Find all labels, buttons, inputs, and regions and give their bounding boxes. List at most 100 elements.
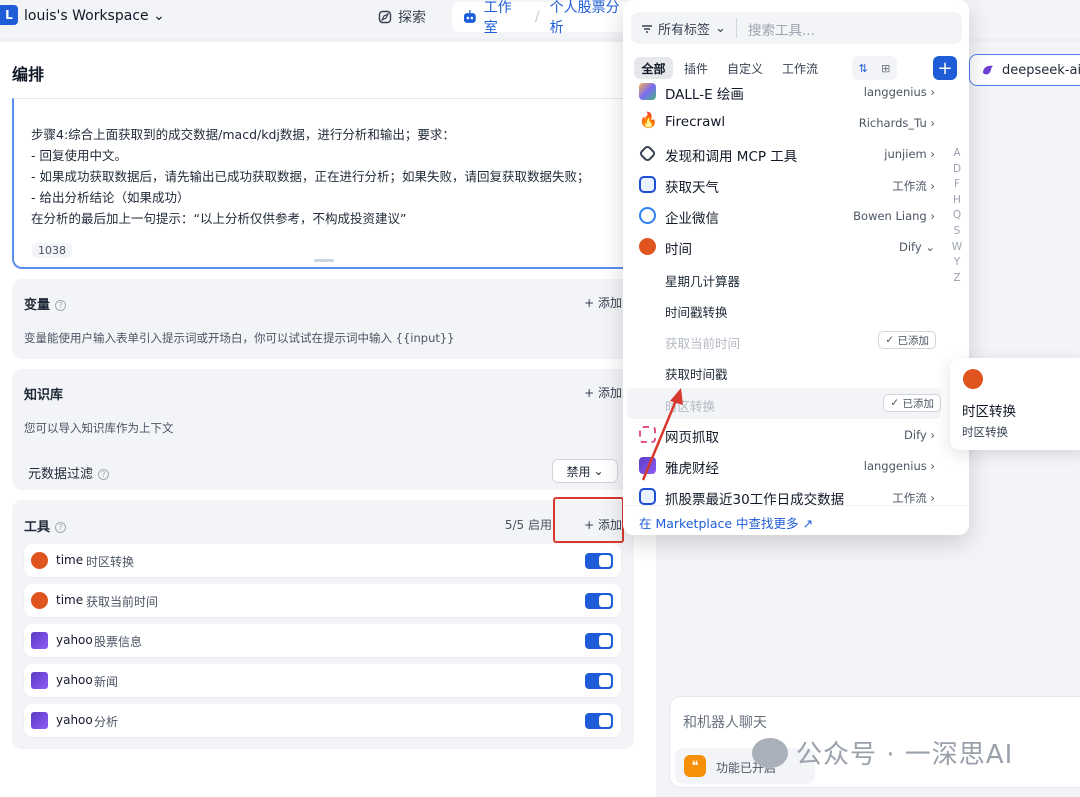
spider-icon <box>639 426 656 443</box>
model-selector[interactable]: deepseek-ai/ <box>969 54 1080 86</box>
workspace-switcher[interactable]: louis's Workspace ⌄ <box>24 8 165 24</box>
workspace-avatar[interactable]: L <box>0 5 18 25</box>
page-title: 编排 <box>12 65 45 84</box>
tools-title: 工具? <box>24 516 67 535</box>
list-item-expanded[interactable]: 时间 Dify ⌄ <box>625 231 941 262</box>
tool-item[interactable]: time 获取当前时间 <box>24 584 621 617</box>
info-icon[interactable]: ? <box>55 522 67 533</box>
prompt-line: - 如果成功获取数据后，请先输出已成功获取数据，正在进行分析；如果失败，请回复获… <box>31 169 590 184</box>
index-letter[interactable]: W <box>951 240 963 256</box>
workspace-name: louis's Workspace <box>24 8 149 24</box>
list-item[interactable]: 发现和调用 MCP 工具 junjiem › <box>625 138 941 169</box>
tool-item[interactable]: yahoo 分析 <box>24 704 621 737</box>
nav-studio[interactable]: 工作室 / 个人股票分析 <box>452 0 632 36</box>
clock-icon <box>31 552 48 569</box>
nav-explore[interactable]: 探索 <box>378 7 426 27</box>
info-icon[interactable]: ? <box>98 469 110 480</box>
list-item[interactable]: 抓股票最近30工作日成交数据 工作流 › <box>625 481 941 505</box>
metadata-filter-label: 元数据过滤? <box>28 463 110 482</box>
create-tool-button[interactable]: + <box>933 56 957 80</box>
index-letter[interactable]: S <box>951 224 963 240</box>
tab-all[interactable]: 全部 <box>634 57 673 79</box>
index-letter[interactable]: Y <box>951 255 963 271</box>
sub-tool-item[interactable]: 获取时间戳 <box>625 356 941 387</box>
tab-plugins[interactable]: 插件 <box>681 57 711 79</box>
chat-input-placeholder[interactable]: 和机器人聊天 <box>683 712 767 732</box>
tool-enable-toggle[interactable] <box>585 713 613 729</box>
added-badge: ✓ 已添加 <box>883 394 941 412</box>
prompt-editor[interactable]: 步骤4:综合上面获取到的成交数据/macd/kdj数据，进行分析和输出；要求： … <box>12 98 634 269</box>
list-item[interactable]: 获取天气 工作流 › <box>625 169 941 200</box>
list-item[interactable]: 企业微信 Bowen Liang › <box>625 200 941 231</box>
chevron-down-icon: ⌄ <box>153 8 165 24</box>
view-toggle[interactable]: ⇅ ⊞ <box>852 56 897 80</box>
nav-studio-label: 工作室 <box>483 0 512 36</box>
wecom-icon <box>639 207 656 224</box>
tool-author: Dify ⌄ <box>899 240 935 254</box>
add-variable-button[interactable]: + 添加 <box>584 294 622 311</box>
sub-tool-item: 时区转换 ✓ 已添加 <box>625 388 941 419</box>
tool-enable-toggle[interactable] <box>585 633 613 649</box>
metadata-filter-select[interactable]: 禁用 ⌄ <box>552 459 618 483</box>
tool-provider: yahoo <box>56 713 93 727</box>
tool-author: langgenius › <box>863 85 935 99</box>
feature-icon: ❝ <box>684 755 706 777</box>
tag-filter[interactable]: 所有标签 ⌄ <box>641 19 726 38</box>
tool-provider-name: DALL-E 绘画 <box>665 87 744 103</box>
tag-filter-label: 所有标签 <box>658 23 711 38</box>
tool-provider-name: 网页抓取 <box>665 430 719 446</box>
char-count-badge: 1038 <box>32 243 72 258</box>
tool-search-input[interactable]: 搜索工具... <box>748 19 815 39</box>
yahoo-chart-icon <box>31 712 48 729</box>
tab-workflow[interactable]: 工作流 <box>779 57 821 79</box>
clock-icon <box>31 592 48 609</box>
tooltip-subtitle: 时区转换 <box>962 425 1008 439</box>
add-knowledge-button[interactable]: + 添加 <box>584 384 622 401</box>
yahoo-chart-icon <box>31 632 48 649</box>
tool-provider-name: 企业微信 <box>665 211 719 227</box>
divider <box>623 505 969 506</box>
tooltip-title: 时区转换 <box>962 404 1016 420</box>
list-item[interactable]: 雅虎财经 langgenius › <box>625 450 941 481</box>
tool-item[interactable]: time 时区转换 <box>24 544 621 577</box>
tool-provider-name: 获取天气 <box>665 180 719 196</box>
index-letter[interactable]: Q <box>951 208 963 224</box>
list-item[interactable]: 网页抓取 Dify › <box>625 419 941 450</box>
tool-name: 时区转换 <box>86 555 135 569</box>
index-letter[interactable]: Z <box>951 271 963 287</box>
index-letter[interactable]: F <box>951 177 963 193</box>
tool-author: Dify › <box>904 428 935 442</box>
sub-tool-item[interactable]: 星期几计算器 <box>625 263 941 294</box>
tool-item[interactable]: yahoo 股票信息 <box>24 624 621 657</box>
sub-tool-item[interactable]: 时间戳转换 <box>625 294 941 325</box>
fire-icon: 🔥 <box>639 111 658 129</box>
knowledge-description: 您可以导入知识库作为上下文 <box>24 421 174 435</box>
index-letter[interactable]: H <box>951 193 963 209</box>
sort-az-icon[interactable]: ⇅ <box>859 62 868 75</box>
tool-author: Richards_Tu › <box>858 116 935 130</box>
breadcrumb-separator: / <box>534 9 540 25</box>
resize-handle[interactable] <box>314 259 334 262</box>
added-badge: ✓ 已添加 <box>878 331 936 349</box>
tool-enable-toggle[interactable] <box>585 593 613 609</box>
yahoo-chart-icon <box>639 457 656 474</box>
tree-view-icon[interactable]: ⊞ <box>881 62 890 75</box>
index-letter[interactable]: D <box>951 162 963 178</box>
list-item[interactable]: DALL-E 绘画 langgenius › <box>625 83 941 107</box>
breadcrumb-app-name[interactable]: 个人股票分析 <box>550 0 632 37</box>
variables-card: 变量? + 添加 变量能使用户输入表单引入提示词或开场白，你可以试试在提示词中输… <box>12 279 634 359</box>
tab-custom[interactable]: 自定义 <box>724 57 766 79</box>
tool-item[interactable]: yahoo 新闻 <box>24 664 621 697</box>
tool-provider: yahoo <box>56 633 93 647</box>
sub-tool-name: 获取当前时间 <box>665 336 741 351</box>
list-item[interactable]: 🔥 Firecrawl Richards_Tu › <box>625 107 941 138</box>
knowledge-title: 知识库 <box>24 388 64 403</box>
marketplace-link[interactable]: 在 Marketplace 中查找更多 ↗ <box>639 513 813 532</box>
info-icon[interactable]: ? <box>55 300 67 311</box>
watermark: 公众号 · 一深思AI <box>752 734 1013 771</box>
index-letter[interactable]: A <box>951 146 963 162</box>
tool-name: 新闻 <box>94 675 119 689</box>
tool-enable-toggle[interactable] <box>585 553 613 569</box>
alphabet-index[interactable]: A D F H Q S W Y Z <box>951 146 963 286</box>
tool-enable-toggle[interactable] <box>585 673 613 689</box>
